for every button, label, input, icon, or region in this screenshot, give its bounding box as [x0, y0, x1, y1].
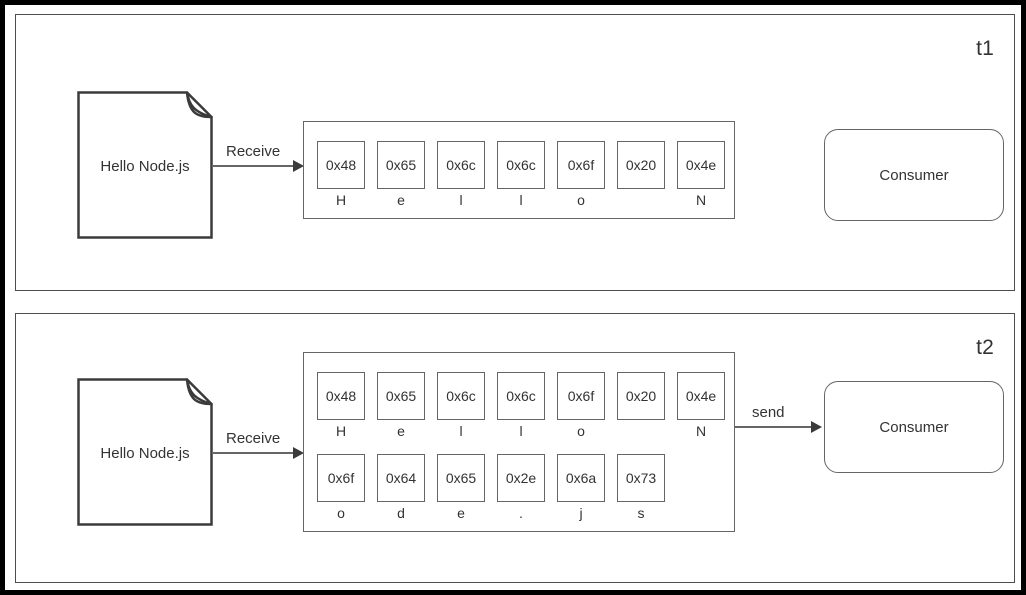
byte-hex: 0x65: [437, 454, 485, 502]
byte-char: H: [335, 192, 347, 208]
byte-cell: 0x6f o: [317, 454, 365, 524]
panel-t1: t1 Hello Node.js Receive 0x48 H 0x65 e 0…: [15, 14, 1015, 291]
byte-char: N: [695, 192, 707, 208]
byte-char: e: [457, 505, 465, 521]
byte-cell: 0x4e N: [677, 141, 725, 211]
document-shape-t2: Hello Node.js: [77, 378, 213, 526]
byte-hex: 0x6c: [437, 372, 485, 420]
buffer-box-t1: 0x48 H 0x65 e 0x6c l 0x6c l 0x6f o 0x20 …: [303, 121, 735, 219]
document-label-t2: Hello Node.js: [100, 445, 190, 462]
byte-cell: 0x48 H: [317, 372, 365, 442]
byte-cell: 0x4e N: [677, 372, 725, 442]
byte-hex: 0x65: [377, 372, 425, 420]
byte-hex: 0x6c: [497, 141, 545, 189]
byte-hex: 0x6a: [557, 454, 605, 502]
byte-cell: 0x20: [617, 141, 665, 211]
byte-cell: 0x6a j: [557, 454, 605, 524]
byte-char: o: [337, 505, 345, 521]
panel-t1-label: t1: [976, 37, 994, 60]
byte-hex: 0x6f: [317, 454, 365, 502]
send-arrow-label-t2: send: [752, 404, 785, 421]
byte-char: e: [397, 423, 405, 439]
byte-cell: 0x6c l: [497, 141, 545, 211]
byte-hex: 0x65: [377, 141, 425, 189]
byte-char: e: [397, 192, 405, 208]
byte-char: d: [397, 505, 405, 521]
byte-char: o: [577, 423, 585, 439]
panel-t2: t2 Hello Node.js Receive 0x48 H 0x65 e 0…: [15, 313, 1015, 583]
byte-cell: 0x6f o: [557, 372, 605, 442]
byte-cell: 0x6c l: [497, 372, 545, 442]
byte-char: [617, 420, 665, 442]
byte-cell: 0x2e .: [497, 454, 545, 524]
consumer-box-t2: Consumer: [824, 381, 1004, 473]
byte-row: 0x48 H 0x65 e 0x6c l 0x6c l 0x6f o 0x20 …: [317, 141, 725, 211]
byte-char: .: [519, 505, 523, 521]
byte-hex: 0x20: [617, 372, 665, 420]
byte-char: N: [695, 423, 707, 439]
byte-hex: 0x48: [317, 372, 365, 420]
byte-hex: 0x6c: [497, 372, 545, 420]
byte-hex: 0x6f: [557, 141, 605, 189]
byte-cell: 0x65 e: [437, 454, 485, 524]
byte-hex: 0x6c: [437, 141, 485, 189]
document-shape-t1: Hello Node.js: [77, 91, 213, 239]
receive-arrow-line-t1: [213, 165, 295, 167]
byte-hex: 0x4e: [677, 141, 725, 189]
byte-char: l: [459, 192, 463, 208]
byte-hex: 0x20: [617, 141, 665, 189]
byte-hex: 0x2e: [497, 454, 545, 502]
byte-cell: 0x65 e: [377, 372, 425, 442]
byte-cell: 0x6f o: [557, 141, 605, 211]
byte-cell: 0x20: [617, 372, 665, 442]
byte-cell: 0x6c l: [437, 372, 485, 442]
byte-char: l: [519, 192, 523, 208]
send-arrow-line-t2: [735, 426, 813, 428]
receive-arrow-label-t2: Receive: [226, 430, 281, 447]
byte-hex: 0x48: [317, 141, 365, 189]
receive-arrow-line-t2: [213, 452, 295, 454]
byte-char: [617, 189, 665, 211]
document-label-t1: Hello Node.js: [100, 158, 190, 175]
byte-cell: 0x64 d: [377, 454, 425, 524]
byte-char: o: [577, 192, 585, 208]
byte-cell: 0x6c l: [437, 141, 485, 211]
byte-hex: 0x6f: [557, 372, 605, 420]
panel-t2-label: t2: [976, 336, 994, 359]
byte-char: j: [579, 505, 583, 521]
buffer-box-t2: 0x48 H 0x65 e 0x6c l 0x6c l 0x6f o 0x20 …: [303, 352, 735, 532]
byte-char: l: [519, 423, 523, 439]
byte-row: 0x6f o 0x64 d 0x65 e 0x2e . 0x6a j 0x73 …: [317, 454, 665, 524]
byte-char: s: [637, 505, 645, 521]
byte-char: H: [335, 423, 347, 439]
byte-row: 0x48 H 0x65 e 0x6c l 0x6c l 0x6f o 0x20 …: [317, 372, 725, 442]
send-arrow-head-t2: [811, 421, 822, 433]
byte-char: l: [459, 423, 463, 439]
byte-cell: 0x65 e: [377, 141, 425, 211]
receive-arrow-label-t1: Receive: [226, 143, 281, 160]
consumer-box-t1: Consumer: [824, 129, 1004, 221]
byte-cell: 0x73 s: [617, 454, 665, 524]
byte-cell: 0x48 H: [317, 141, 365, 211]
diagram-canvas: t1 Hello Node.js Receive 0x48 H 0x65 e 0…: [0, 0, 1026, 595]
byte-hex: 0x73: [617, 454, 665, 502]
byte-hex: 0x4e: [677, 372, 725, 420]
byte-hex: 0x64: [377, 454, 425, 502]
